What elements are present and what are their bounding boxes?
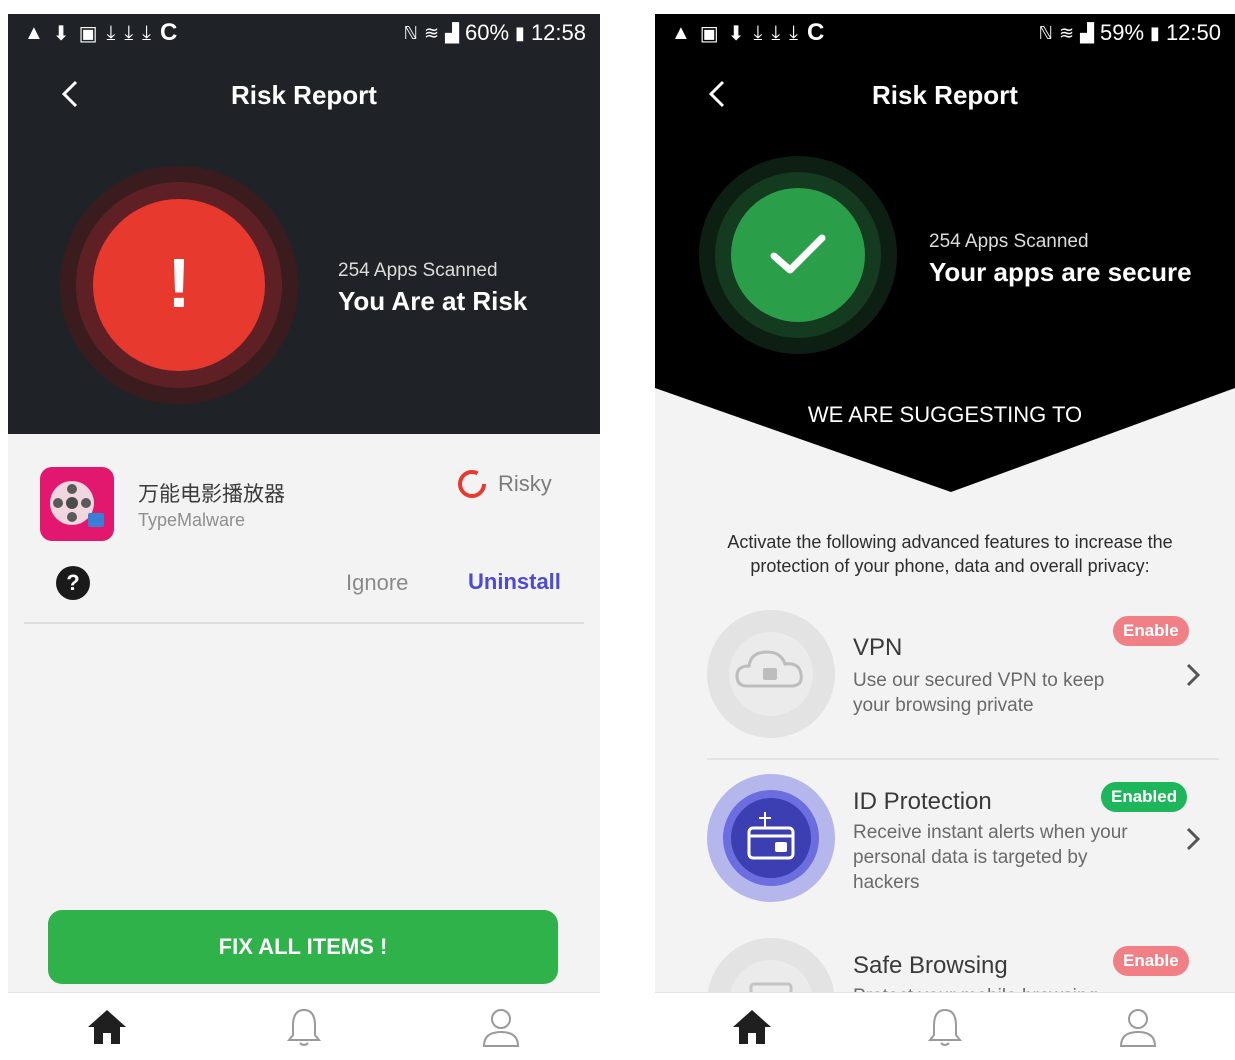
system-indicators: ℕ ≋ ▟ 60% ▮ 12:58 [404, 20, 586, 46]
download-icon: ⤓ [753, 21, 763, 44]
cloud-lock-icon [729, 632, 813, 716]
feature-title-vpn: VPN [853, 634, 903, 661]
feature-desc-vpn: Use our secured VPN to keep your browsin… [853, 670, 1105, 716]
user-icon [483, 1008, 520, 1047]
nav-notifications[interactable] [921, 1003, 969, 1051]
download-icon: ⬇ [727, 22, 745, 45]
chevron-right-icon[interactable] [1183, 824, 1203, 854]
feature-desc-id-protection: Receive instant alerts when your persona… [853, 822, 1128, 893]
divider [24, 622, 584, 624]
status-bar: ▲ ▣ ⬇ ⤓ ⤓ ⤓ C ℕ ≋ ▟ 59% ▮ 12:50 [655, 14, 1235, 52]
download-icon: ⬇ [52, 22, 70, 45]
download-icon: ⤓ [771, 21, 781, 44]
nav-home[interactable] [728, 1003, 776, 1051]
phone-screen-risk: ▲ ⬇ ▣ ⤓ ⤓ ⤓ C ℕ ≋ ▟ 60% ▮ 12:58 Risk Rep… [8, 14, 600, 1060]
check-icon [770, 234, 826, 274]
app-name: 万能电影播放器 [138, 483, 285, 506]
phone-screen-secure: ▲ ▣ ⬇ ⤓ ⤓ ⤓ C ℕ ≋ ▟ 59% ▮ 12:50 Risk Rep… [655, 14, 1235, 1060]
bell-icon [927, 1008, 963, 1046]
vpn-feature-icon [707, 610, 835, 738]
signal-icon: ▟ [1080, 22, 1094, 43]
notification-icons: ▲ ⬇ ▣ ⤓ ⤓ ⤓ C [24, 19, 177, 47]
uninstall-button[interactable]: Uninstall [468, 569, 561, 595]
apps-scanned-count: 254 Apps Scanned [338, 260, 498, 281]
image-icon: ▣ [699, 22, 719, 45]
battery-icon: ▮ [1150, 22, 1160, 43]
enabled-badge-id-protection[interactable]: Enabled [1101, 782, 1188, 812]
sync-icon: C [160, 19, 178, 46]
risk-badge: Risky [456, 468, 552, 500]
ignore-button[interactable]: Ignore [346, 570, 408, 596]
app-threat-type: TypeMalware [138, 510, 246, 530]
nav-home[interactable] [83, 1003, 131, 1051]
chevron-right-icon[interactable] [1183, 660, 1203, 690]
nav-profile[interactable] [477, 1003, 525, 1051]
wifi-icon: ≋ [424, 22, 440, 43]
clock: 12:50 [1165, 20, 1221, 45]
image-icon: ▣ [78, 22, 98, 45]
feature-divider [707, 758, 1219, 760]
bell-icon [286, 1008, 322, 1046]
page-title: Risk Report [872, 80, 1018, 110]
secure-status: Your apps are secure [929, 257, 1192, 287]
nfc-icon: ℕ [403, 22, 419, 43]
app-icon [40, 467, 114, 541]
fix-all-button[interactable]: FIX ALL ITEMS ! [48, 910, 558, 984]
user-icon [1120, 1008, 1157, 1047]
download-icon: ⤓ [789, 21, 798, 44]
wifi-icon: ≋ [1059, 22, 1075, 43]
battery-icon: ▮ [515, 22, 525, 43]
film-reel-icon [50, 481, 104, 527]
suggestion-intro: Activate the following advanced features… [727, 532, 1173, 576]
risk-status: You Are at Risk [338, 286, 528, 316]
feature-title-id-protection: ID Protection [853, 788, 992, 815]
home-icon [87, 1009, 126, 1044]
signal-icon: ▟ [445, 22, 459, 43]
id-protection-feature-icon [707, 774, 835, 902]
warning-icon: ▲ [671, 21, 691, 44]
nav-profile[interactable] [1114, 1003, 1162, 1051]
suggestion-heading: WE ARE SUGGESTING TO [807, 402, 1083, 427]
download-icon: ⤓ [106, 21, 116, 44]
bottom-nav [655, 992, 1235, 1060]
download-icon: ⤓ [142, 21, 151, 44]
enable-badge-safe-browsing[interactable]: Enable [1113, 946, 1189, 976]
nfc-icon: ℕ [1038, 22, 1054, 43]
download-icon: ⤓ [124, 21, 134, 44]
battery-level: 60% [464, 20, 510, 45]
enable-badge-vpn[interactable]: Enable [1113, 616, 1189, 646]
home-icon [732, 1009, 771, 1044]
warning-icon: ▲ [24, 21, 44, 44]
battery-level: 59% [1099, 20, 1145, 45]
notification-icons: ▲ ▣ ⬇ ⤓ ⤓ ⤓ C [671, 19, 824, 47]
system-indicators: ℕ ≋ ▟ 59% ▮ 12:50 [1039, 20, 1221, 46]
feature-title-safe-browsing: Safe Browsing [853, 952, 1008, 979]
page-title: Risk Report [231, 80, 377, 110]
status-bar: ▲ ⬇ ▣ ⤓ ⤓ ⤓ C ℕ ≋ ▟ 60% ▮ 12:58 [8, 14, 600, 52]
apps-scanned-count: 254 Apps Scanned [929, 231, 1089, 252]
clock: 12:58 [530, 20, 586, 45]
help-icon[interactable]: ? [56, 566, 90, 600]
alert-exclamation-icon: ! [167, 244, 191, 322]
nav-notifications[interactable] [280, 1003, 328, 1051]
bottom-nav [8, 992, 600, 1060]
risk-ring-icon [458, 470, 486, 498]
sync-icon: C [807, 19, 825, 46]
risk-label: Risky [498, 471, 552, 496]
id-card-icon [723, 790, 819, 886]
